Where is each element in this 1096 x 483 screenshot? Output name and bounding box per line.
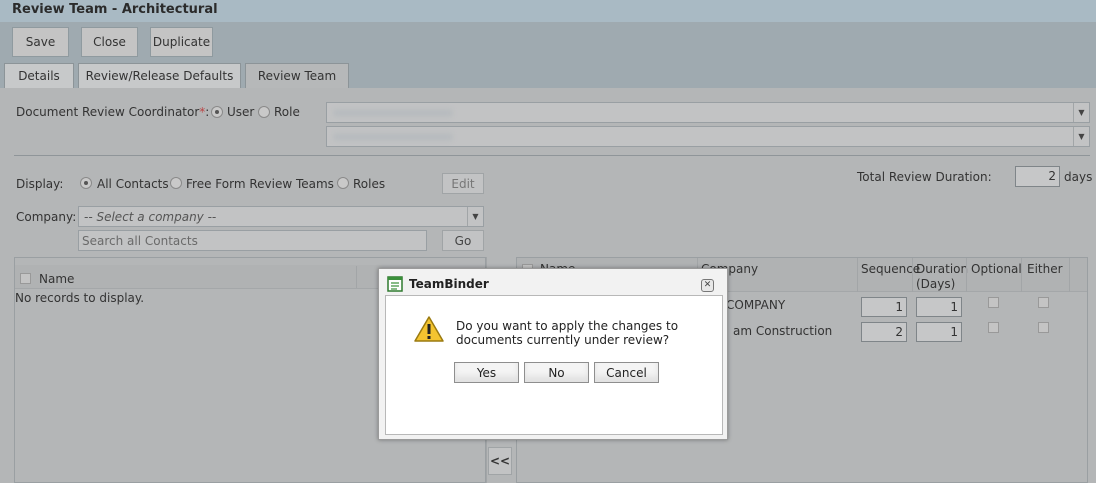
edit-button[interactable]: Edit	[442, 173, 484, 194]
dialog-body: Do you want to apply the changes to docu…	[385, 295, 723, 435]
total-review-duration-label: Total Review Duration:	[857, 170, 992, 184]
review-col-duration: Duration	[916, 262, 969, 276]
search-placeholder: Search all Contacts	[82, 234, 198, 248]
select-all-contacts-checkbox[interactable]	[20, 273, 31, 284]
total-review-duration-input[interactable]: 2	[1015, 166, 1060, 187]
review-col-duration-unit: (Days)	[916, 277, 956, 291]
tab-review-team[interactable]: Review Team	[245, 63, 349, 88]
review-row-either-checkbox[interactable]	[1038, 297, 1049, 308]
contacts-empty-message: No records to display.	[15, 291, 145, 305]
total-review-duration-unit: days	[1064, 170, 1093, 184]
review-row-sequence-input[interactable]: 2	[861, 322, 907, 342]
display-label: Display:	[16, 177, 64, 191]
display-all-contacts-radio[interactable]	[80, 177, 92, 189]
window-title: Review Team - Architectural	[12, 2, 218, 17]
coordinator-user-radio[interactable]	[211, 106, 223, 118]
review-row-optional-checkbox[interactable]	[988, 322, 999, 333]
section-divider	[14, 155, 1090, 156]
coordinator-role-radio[interactable]	[258, 106, 270, 118]
review-row-company: COMPANY	[726, 298, 786, 312]
review-col-optional: Optional	[971, 262, 1022, 276]
review-col-either: Either	[1027, 262, 1063, 276]
review-row-company: am Construction	[733, 324, 833, 338]
chevron-down-icon[interactable]: ▼	[1073, 127, 1089, 146]
search-contacts-input[interactable]: Search all Contacts	[78, 230, 427, 251]
display-free-form-label: Free Form Review Teams	[186, 177, 334, 191]
tab-details[interactable]: Details	[4, 63, 74, 88]
display-all-contacts-label: All Contacts	[97, 177, 169, 191]
coordinator-select[interactable]: ▼	[326, 102, 1090, 123]
cancel-button[interactable]: Cancel	[594, 362, 659, 383]
company-placeholder: -- Select a company --	[84, 210, 217, 224]
company-select[interactable]: -- Select a company -- ▼	[78, 206, 484, 227]
coordinator-colon: :	[205, 105, 210, 119]
dialog-title: TeamBinder	[409, 277, 489, 291]
column-divider	[356, 266, 357, 288]
display-roles-label: Roles	[353, 177, 386, 191]
coordinator-label-text: Document Review Coordinator	[16, 105, 200, 119]
dialog-message: Do you want to apply the changes to docu…	[456, 319, 679, 347]
review-row-either-checkbox[interactable]	[1038, 322, 1049, 333]
review-row-duration-input[interactable]: 1	[916, 297, 962, 317]
yes-button[interactable]: Yes	[454, 362, 519, 383]
warning-icon	[414, 316, 444, 342]
go-button[interactable]: Go	[442, 230, 484, 251]
tab-review-release-defaults[interactable]: Review/Release Defaults	[78, 63, 241, 88]
coordinator-secondary-select[interactable]: ▼	[326, 126, 1090, 147]
chevron-down-icon[interactable]: ▼	[467, 207, 483, 226]
duplicate-button[interactable]: Duplicate	[150, 27, 213, 57]
save-button[interactable]: Save	[12, 27, 69, 57]
column-divider	[1069, 258, 1070, 292]
column-divider	[857, 258, 858, 292]
redacted-value	[333, 109, 453, 117]
close-button[interactable]: Close	[81, 27, 138, 57]
review-row-optional-checkbox[interactable]	[988, 297, 999, 308]
move-left-button[interactable]: <<	[488, 447, 512, 475]
review-row-duration-input[interactable]: 1	[916, 322, 962, 342]
company-label: Company:	[16, 210, 77, 224]
window-title-bar: Review Team - Architectural	[0, 0, 1096, 22]
column-divider	[966, 258, 967, 292]
app-window-icon	[387, 276, 403, 292]
display-roles-radio[interactable]	[337, 177, 349, 189]
column-divider	[912, 258, 913, 292]
close-icon[interactable]: ✕	[701, 279, 714, 292]
redacted-value	[333, 133, 453, 141]
chevron-down-icon[interactable]: ▼	[1073, 103, 1089, 122]
column-divider	[1021, 258, 1022, 292]
review-row-sequence-input[interactable]: 1	[861, 297, 907, 317]
confirm-dialog: TeamBinder ✕ Do you want to apply the ch…	[378, 268, 728, 440]
coordinator-user-label: User	[227, 105, 255, 119]
coordinator-role-label: Role	[274, 105, 300, 119]
display-free-form-radio[interactable]	[170, 177, 182, 189]
no-button[interactable]: No	[524, 362, 589, 383]
coordinator-label: Document Review Coordinator*:	[16, 105, 209, 119]
contacts-col-name: Name	[39, 272, 75, 286]
